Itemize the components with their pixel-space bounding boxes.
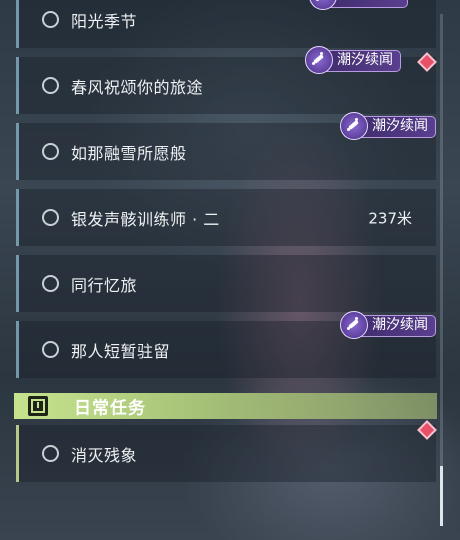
- quest-title: 银发声骸训练师 · 二: [71, 209, 220, 229]
- tidal-badge-icon: [340, 112, 368, 140]
- tidal-badge: 潮汐续闻: [340, 311, 436, 339]
- quest-status-circle-icon: [42, 274, 59, 292]
- tidal-badge-label: 潮汐续闻: [337, 52, 393, 68]
- quest-title: 如那融雪所愿般: [71, 143, 187, 163]
- quest-distance: 237米: [368, 209, 412, 227]
- tidal-badge-partial: [309, 0, 408, 10]
- quest-status-circle-icon: [42, 142, 59, 160]
- quest-title: 阳光季节: [71, 11, 138, 31]
- exclamation-icon: [28, 396, 48, 416]
- tidal-badge: 潮汐续闻: [340, 112, 436, 140]
- quest-title: 那人短暂驻留: [71, 341, 171, 361]
- quest-item-silver-trainer[interactable]: 银发声骸训练师 · 二 237米: [16, 189, 436, 246]
- quest-status-circle-icon: [42, 340, 59, 358]
- quest-status-circle-icon: [42, 444, 59, 462]
- quest-status-circle-icon: [42, 10, 59, 28]
- quest-item-travel-memories[interactable]: 同行忆旅: [16, 255, 436, 312]
- daily-tasks-header[interactable]: 日常任务: [14, 393, 437, 419]
- tidal-badge-label: 潮汐续闻: [372, 317, 428, 333]
- tidal-badge-icon: [340, 311, 368, 339]
- section-title: 日常任务: [74, 398, 146, 419]
- scrollbar-thumb[interactable]: [440, 466, 443, 526]
- tidal-badge-icon: [305, 46, 333, 74]
- quest-status-circle-icon: [42, 76, 59, 94]
- quest-title: 同行忆旅: [71, 275, 138, 295]
- quest-status-circle-icon: [42, 208, 59, 226]
- quest-title: 消灭残象: [71, 445, 138, 465]
- scrollbar-track[interactable]: [440, 14, 443, 526]
- quest-item-destroy-tacet[interactable]: 消灭残象: [16, 425, 436, 482]
- quest-title: 春风祝颂你的旅途: [71, 77, 204, 97]
- tidal-badge-label: 潮汐续闻: [372, 118, 428, 134]
- tidal-badge: 潮汐续闻: [305, 46, 401, 74]
